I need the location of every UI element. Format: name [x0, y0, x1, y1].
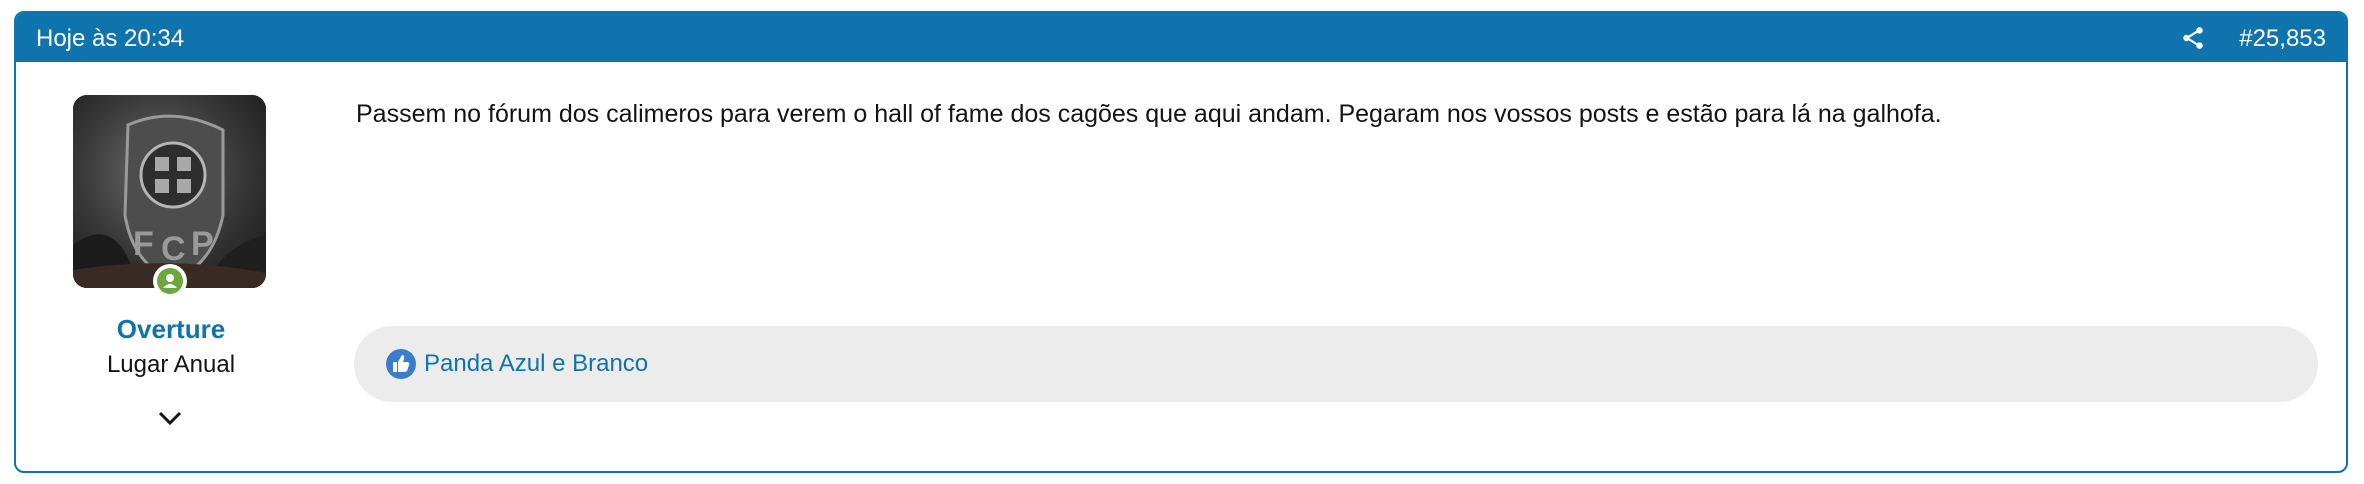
user-avatar[interactable]: F C P — [73, 95, 266, 288]
post-header: Hoje às 20:34 #25,853 — [16, 13, 2346, 62]
user-online-icon — [153, 264, 187, 298]
thumbs-up-icon — [386, 349, 416, 379]
svg-text:F: F — [133, 225, 154, 263]
chevron-down-icon[interactable] — [156, 408, 184, 428]
forum-post: Hoje às 20:34 #25,853 F C P Overture Lug… — [14, 11, 2348, 473]
svg-text:P: P — [191, 225, 214, 263]
reaction-users-link[interactable]: Panda Azul e Branco — [424, 350, 648, 378]
svg-text:C: C — [161, 230, 186, 268]
user-title: Lugar Anual — [106, 351, 236, 378]
user-cell: F C P Overture Lugar Anual — [16, 62, 326, 471]
reactions-bar: Panda Azul e Branco — [354, 326, 2318, 402]
username-link[interactable]: Overture — [16, 314, 326, 345]
post-date[interactable]: Hoje às 20:34 — [36, 25, 184, 53]
post-number-link[interactable]: #25,853 — [2239, 25, 2326, 53]
share-icon[interactable] — [2180, 25, 2206, 51]
avatar-fcp-crest-icon: F C P — [73, 95, 266, 288]
message-body: Passem no fórum dos calimeros para verem… — [356, 100, 1942, 128]
